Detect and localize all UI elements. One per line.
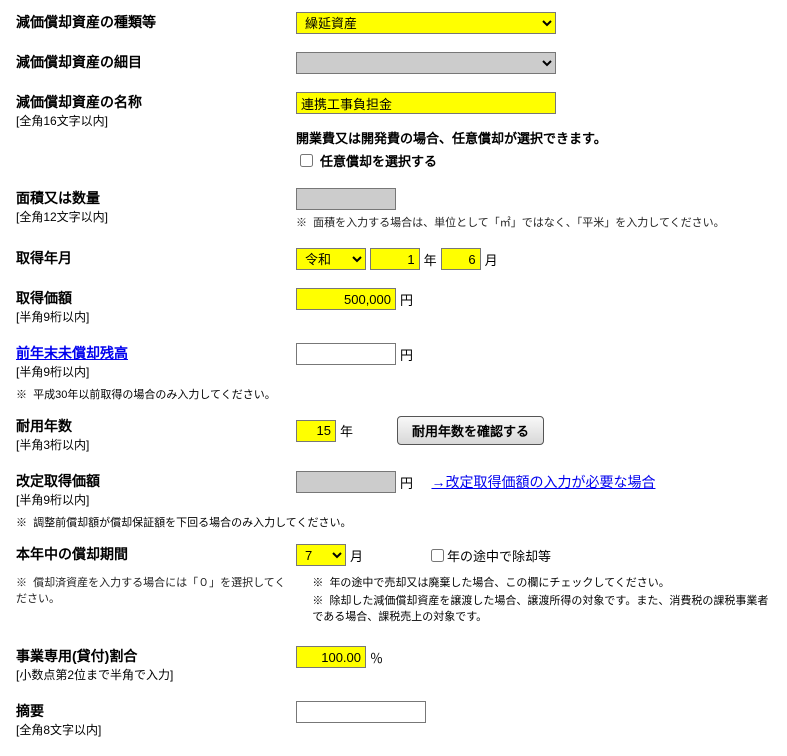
- asset-name-label: 減価償却資産の名称: [16, 92, 296, 112]
- acq-price-unit: 円: [400, 290, 413, 309]
- dep-period-right-note2: 除却した減価償却資産を譲渡した場合、譲渡所得の対象です。また、消費税の課税事業者…: [312, 595, 768, 623]
- prev-balance-unit: 円: [400, 345, 413, 364]
- acq-era-select[interactable]: 令和: [296, 248, 366, 270]
- prev-balance-link[interactable]: 前年末未償却残高: [16, 345, 128, 361]
- revised-price-note: 調整前償却額が償却保証額を下回る場合のみ入力してください。: [33, 517, 351, 529]
- acq-year-unit: 年: [424, 250, 437, 269]
- biz-ratio-sub: [小数点第2位まで半角で入力]: [16, 666, 296, 683]
- acq-price-input[interactable]: [296, 288, 396, 310]
- arbitrary-dep-checkbox[interactable]: [300, 154, 313, 167]
- revised-price-label: 改定取得価額: [16, 471, 296, 491]
- acq-price-sub: [半角9桁以内]: [16, 308, 296, 325]
- acq-month-input[interactable]: [441, 248, 481, 270]
- acq-month-unit: 月: [485, 250, 498, 269]
- arbitrary-dep-checkbox-label: 任意償却を選択する: [320, 151, 437, 170]
- revised-price-unit: 円: [400, 473, 413, 492]
- mid-year-disposal-label: 年の途中で除却等: [447, 546, 551, 565]
- dep-period-left-note: 償却済資産を入力する場合には「０」を選択してください。: [16, 577, 285, 605]
- confirm-useful-life-button[interactable]: 耐用年数を確認する: [397, 416, 544, 445]
- useful-life-sub: [半角3桁以内]: [16, 436, 296, 453]
- biz-ratio-unit: ％: [370, 648, 383, 667]
- asset-detail-select[interactable]: [296, 52, 556, 74]
- revised-price-help-link[interactable]: →改定取得価額の入力が必要な場合: [431, 472, 655, 492]
- biz-ratio-input[interactable]: [296, 646, 366, 668]
- dep-period-right-note1-prefix: ※: [312, 577, 323, 589]
- prev-balance-sub: [半角9桁以内]: [16, 363, 296, 380]
- useful-life-label: 耐用年数: [16, 416, 296, 436]
- dep-period-right-note2-prefix: ※: [312, 595, 323, 607]
- asset-name-sub: [全角16文字以内]: [16, 112, 296, 129]
- acq-year-input[interactable]: [370, 248, 420, 270]
- prev-balance-note: 平成30年以前取得の場合のみ入力してください。: [33, 389, 276, 401]
- asset-name-info: 開業費又は開発費の場合、任意償却が選択できます。: [296, 128, 771, 147]
- summary-sub: [全角8文字以内]: [16, 721, 296, 738]
- prev-balance-input[interactable]: [296, 343, 396, 365]
- revised-price-note-prefix: ※: [16, 517, 27, 529]
- summary-label: 摘要: [16, 701, 296, 721]
- asset-name-input[interactable]: [296, 92, 556, 114]
- summary-input[interactable]: [296, 701, 426, 723]
- useful-life-input[interactable]: [296, 420, 336, 442]
- asset-detail-label: 減価償却資産の細目: [16, 54, 142, 70]
- dep-period-label: 本年中の償却期間: [16, 546, 128, 562]
- acq-date-label: 取得年月: [16, 250, 72, 266]
- area-qty-note-prefix: ※: [296, 217, 307, 229]
- dep-period-right-note1: 年の途中で売却又は廃棄した場合、この欄にチェックしてください。: [329, 577, 669, 589]
- useful-life-unit: 年: [340, 421, 353, 440]
- dep-period-select[interactable]: 7: [296, 544, 346, 566]
- acq-price-label: 取得価額: [16, 288, 296, 308]
- mid-year-disposal-checkbox[interactable]: [431, 549, 444, 562]
- asset-type-select[interactable]: 繰延資産: [296, 12, 556, 34]
- prev-balance-note-prefix: ※: [16, 389, 27, 401]
- asset-type-label: 減価償却資産の種類等: [16, 14, 156, 30]
- area-qty-label: 面積又は数量: [16, 188, 296, 208]
- dep-period-left-note-prefix: ※: [16, 577, 27, 589]
- area-qty-input[interactable]: [296, 188, 396, 210]
- area-qty-note: 面積を入力する場合は、単位として「㎡」ではなく、「平米」を入力してください。: [313, 217, 725, 229]
- dep-period-unit: 月: [350, 546, 363, 565]
- revised-price-sub: [半角9桁以内]: [16, 491, 296, 508]
- revised-price-input[interactable]: [296, 471, 396, 493]
- area-qty-sub: [全角12文字以内]: [16, 208, 296, 225]
- biz-ratio-label: 事業専用(貸付)割合: [16, 646, 296, 666]
